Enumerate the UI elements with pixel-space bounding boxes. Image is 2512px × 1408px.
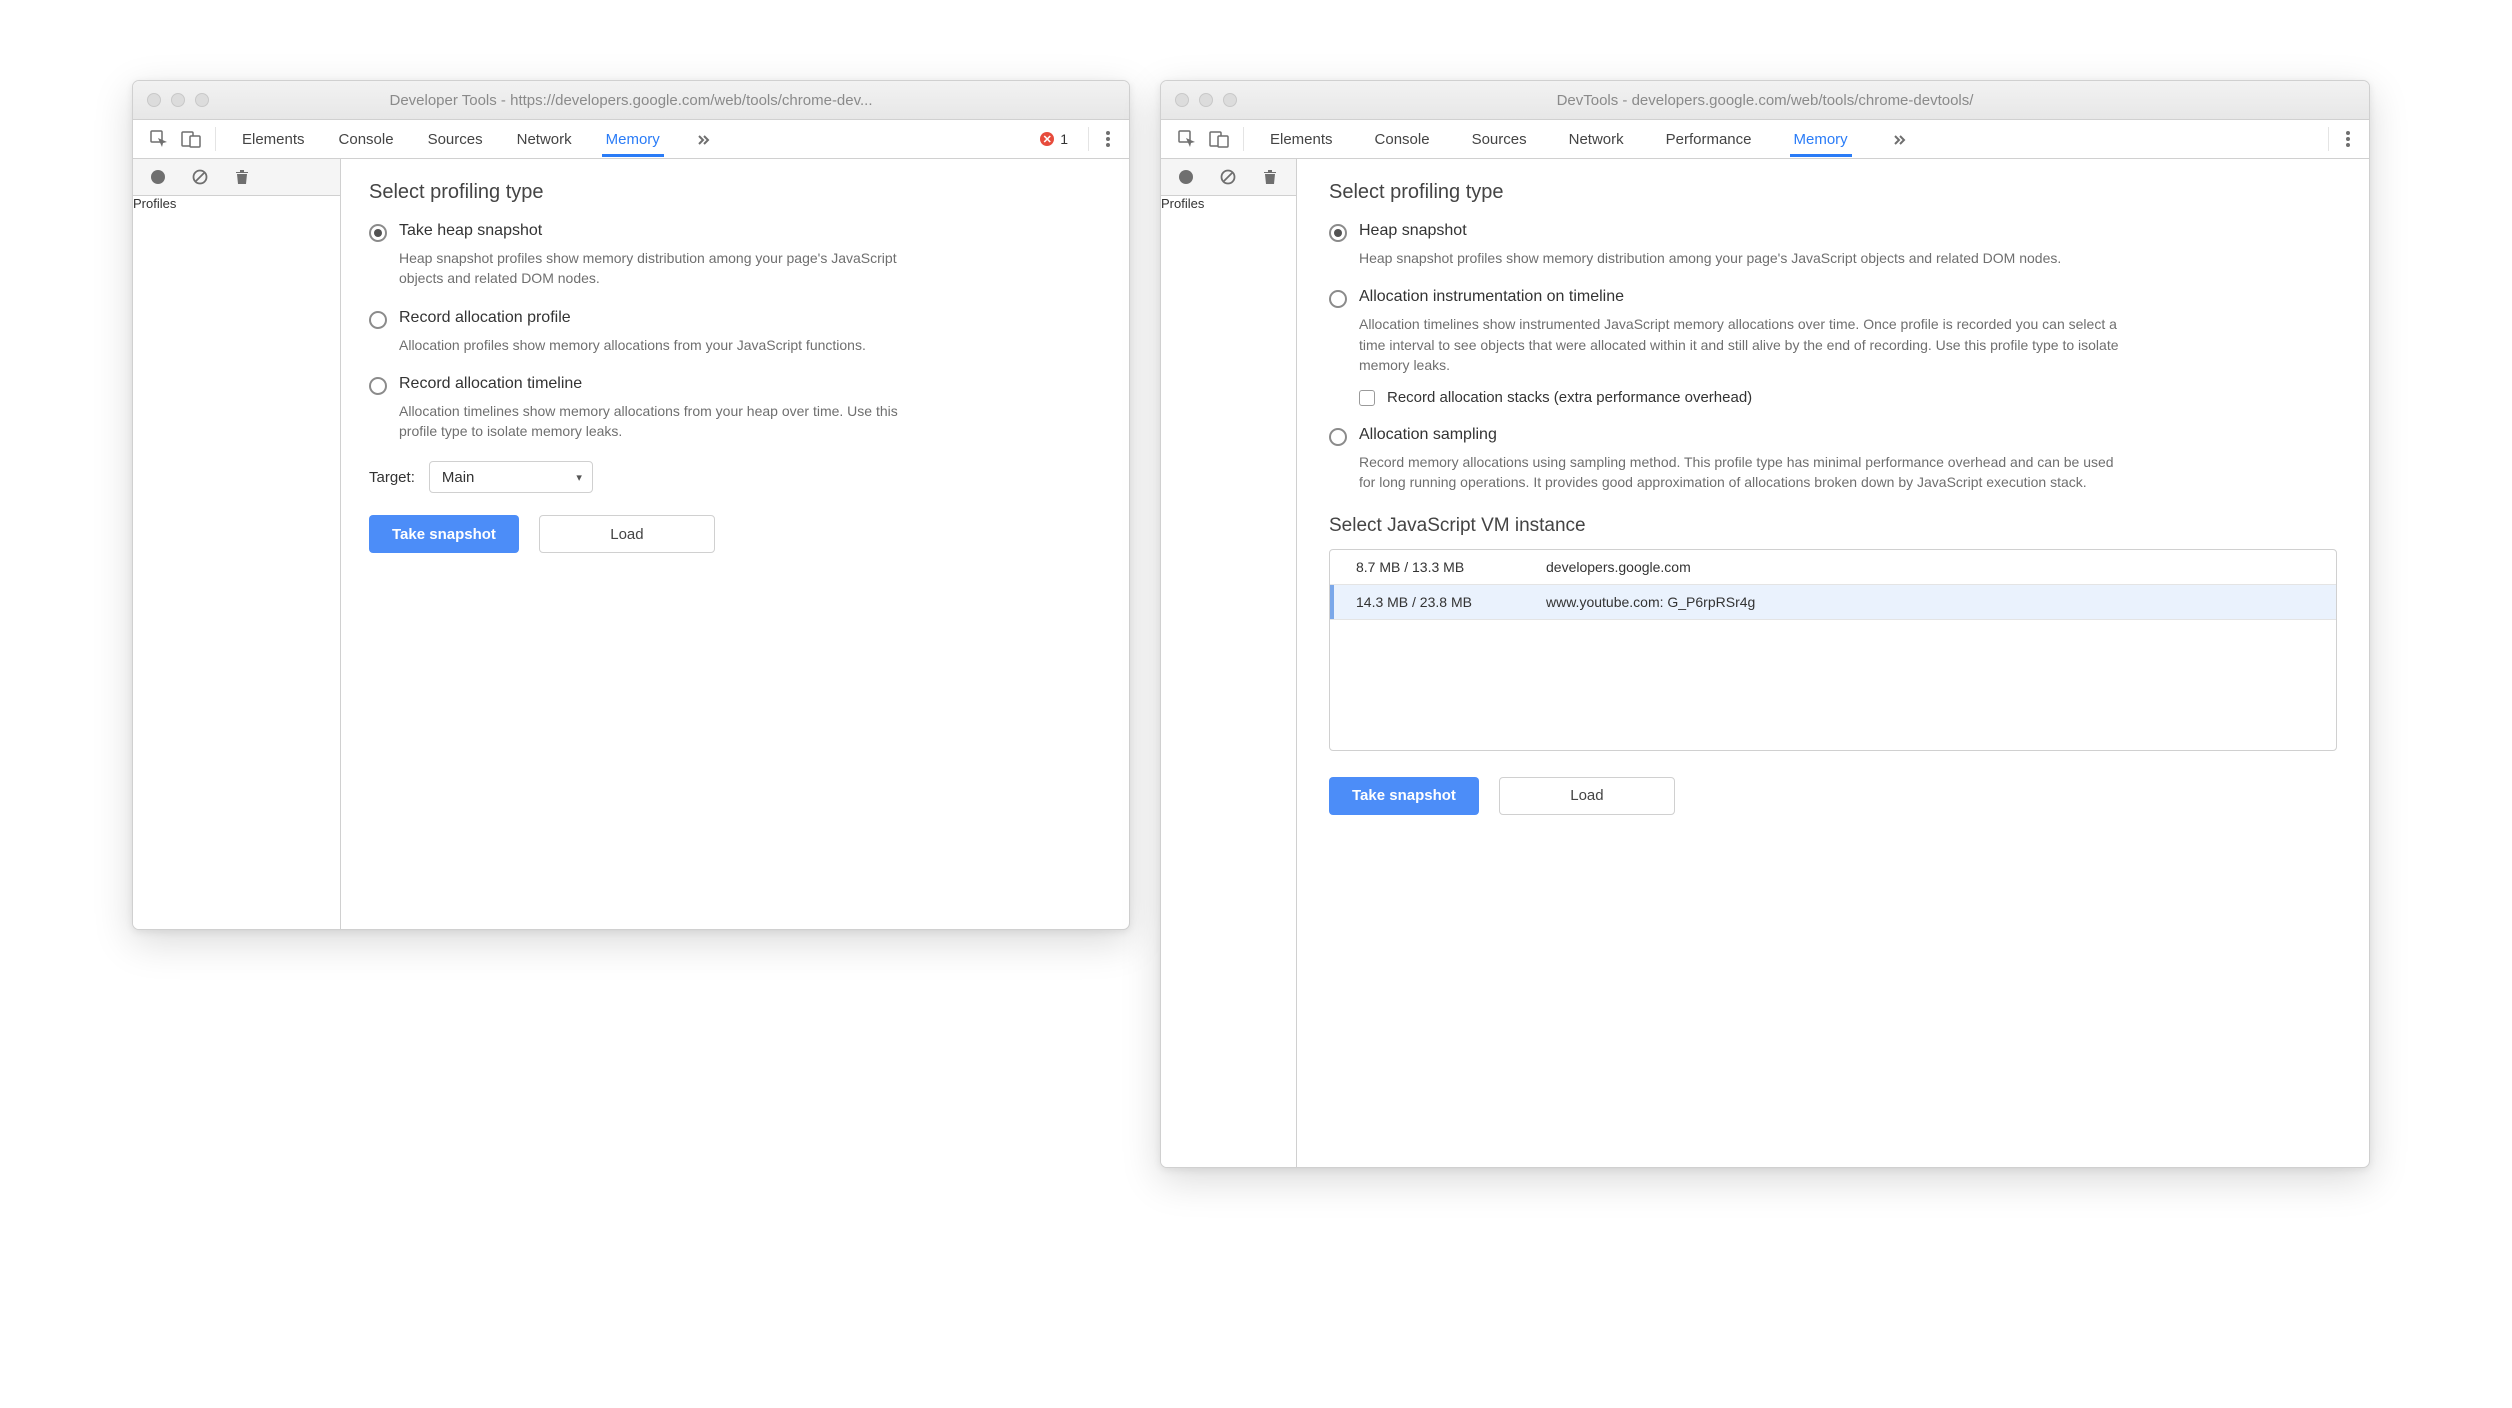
option-desc: Allocation timelines show memory allocat…: [399, 401, 939, 442]
clear-icon[interactable]: [189, 166, 211, 188]
sidebar-profiles-header[interactable]: Profiles: [1161, 196, 1296, 211]
panel-tabs: Elements Console Sources Network Perform…: [1268, 123, 1910, 156]
traffic-lights: [147, 93, 209, 107]
tab-memory[interactable]: Memory: [604, 123, 662, 156]
vm-memory: 8.7 MB / 13.3 MB: [1334, 559, 1546, 575]
option-desc: Record memory allocations using sampling…: [1359, 452, 2119, 493]
option-title: Allocation sampling: [1359, 426, 1497, 444]
tab-elements[interactable]: Elements: [1268, 123, 1335, 156]
settings-kebab-icon[interactable]: [2337, 123, 2359, 155]
take-snapshot-button[interactable]: Take snapshot: [369, 515, 519, 553]
trash-icon[interactable]: [1259, 166, 1281, 188]
heading-select-profiling-type: Select profiling type: [369, 181, 1101, 204]
trash-icon[interactable]: [231, 166, 253, 188]
target-select[interactable]: Main: [429, 461, 593, 493]
target-label: Target:: [369, 469, 415, 486]
tab-network[interactable]: Network: [1567, 123, 1626, 156]
minimize-dot[interactable]: [171, 93, 185, 107]
window-title: DevTools - developers.google.com/web/too…: [1161, 92, 2369, 109]
vm-row[interactable]: 14.3 MB / 23.8 MB www.youtube.com: G_P6r…: [1330, 585, 2336, 620]
tab-sources[interactable]: Sources: [426, 123, 485, 156]
option-title: Record allocation profile: [399, 309, 571, 327]
vm-name: developers.google.com: [1546, 559, 2336, 575]
inspect-element-icon[interactable]: [143, 123, 175, 155]
radio-record-allocation-profile[interactable]: [369, 311, 387, 329]
target-value: Main: [442, 469, 475, 486]
main-panel: Select profiling type Heap snapshot Heap…: [1297, 159, 2369, 1167]
heading-select-vm-instance: Select JavaScript VM instance: [1329, 515, 2337, 537]
error-icon: ✕: [1040, 132, 1054, 146]
vm-instance-table: 8.7 MB / 13.3 MB developers.google.com 1…: [1329, 549, 2337, 751]
take-snapshot-button[interactable]: Take snapshot: [1329, 777, 1479, 815]
vm-name: www.youtube.com: G_P6rpRSr4g: [1546, 594, 2336, 610]
error-count: 1: [1060, 131, 1068, 147]
close-dot[interactable]: [1175, 93, 1189, 107]
devtools-window-new: DevTools - developers.google.com/web/too…: [1160, 80, 2370, 1168]
tab-performance[interactable]: Performance: [1664, 123, 1754, 156]
titlebar[interactable]: DevTools - developers.google.com/web/too…: [1161, 81, 2369, 120]
option-title: Take heap snapshot: [399, 222, 542, 240]
more-tabs-icon[interactable]: [1888, 123, 1910, 155]
tab-elements[interactable]: Elements: [240, 123, 307, 156]
main-panel: Select profiling type Take heap snapshot…: [341, 159, 1129, 929]
clear-icon[interactable]: [1217, 166, 1239, 188]
tab-memory[interactable]: Memory: [1792, 123, 1850, 156]
traffic-lights: [1175, 93, 1237, 107]
radio-heap-snapshot[interactable]: [1329, 224, 1347, 242]
devtools-window-old: Developer Tools - https://developers.goo…: [132, 80, 1130, 930]
close-dot[interactable]: [147, 93, 161, 107]
error-count-badge[interactable]: ✕ 1: [1040, 131, 1068, 147]
tab-sources[interactable]: Sources: [1470, 123, 1529, 156]
device-mode-icon[interactable]: [1203, 123, 1235, 155]
divider: [1088, 127, 1089, 151]
option-desc: Heap snapshot profiles show memory distr…: [399, 248, 939, 289]
vm-memory: 14.3 MB / 23.8 MB: [1334, 594, 1546, 610]
radio-take-heap-snapshot[interactable]: [369, 224, 387, 242]
tab-console[interactable]: Console: [1373, 123, 1432, 156]
tab-network[interactable]: Network: [515, 123, 574, 156]
checkbox-record-allocation-stacks[interactable]: Record allocation stacks (extra performa…: [1359, 389, 2337, 406]
vm-row[interactable]: 8.7 MB / 13.3 MB developers.google.com: [1330, 550, 2336, 585]
inspect-element-icon[interactable]: [1171, 123, 1203, 155]
checkbox-icon[interactable]: [1359, 390, 1375, 406]
divider: [2328, 127, 2329, 151]
radio-allocation-sampling[interactable]: [1329, 428, 1347, 446]
vm-empty-space: [1330, 620, 2336, 750]
profiles-toolbar: [1161, 159, 1296, 196]
radio-allocation-instrumentation[interactable]: [1329, 290, 1347, 308]
zoom-dot[interactable]: [195, 93, 209, 107]
sidebar-profiles-header[interactable]: Profiles: [133, 196, 340, 211]
heading-select-profiling-type: Select profiling type: [1329, 181, 2337, 204]
option-title: Heap snapshot: [1359, 222, 1467, 240]
option-title: Allocation instrumentation on timeline: [1359, 288, 1624, 306]
record-icon[interactable]: [1175, 166, 1197, 188]
more-tabs-icon[interactable]: [692, 123, 714, 155]
window-title: Developer Tools - https://developers.goo…: [133, 92, 1129, 109]
zoom-dot[interactable]: [1223, 93, 1237, 107]
option-desc: Heap snapshot profiles show memory distr…: [1359, 248, 2119, 268]
tab-console[interactable]: Console: [337, 123, 396, 156]
panel-tabs: Elements Console Sources Network Memory: [240, 123, 714, 156]
record-icon[interactable]: [147, 166, 169, 188]
tabstrip: Elements Console Sources Network Perform…: [1161, 120, 2369, 159]
option-title: Record allocation timeline: [399, 375, 582, 393]
minimize-dot[interactable]: [1199, 93, 1213, 107]
settings-kebab-icon[interactable]: [1097, 123, 1119, 155]
divider: [215, 127, 216, 151]
load-button[interactable]: Load: [1499, 777, 1675, 815]
checkbox-label: Record allocation stacks (extra performa…: [1387, 389, 1752, 406]
option-desc: Allocation timelines show instrumented J…: [1359, 314, 2119, 375]
titlebar[interactable]: Developer Tools - https://developers.goo…: [133, 81, 1129, 120]
divider: [1243, 127, 1244, 151]
tabstrip: Elements Console Sources Network Memory …: [133, 120, 1129, 159]
profiles-toolbar: [133, 159, 340, 196]
option-desc: Allocation profiles show memory allocati…: [399, 335, 939, 355]
device-mode-icon[interactable]: [175, 123, 207, 155]
load-button[interactable]: Load: [539, 515, 715, 553]
radio-record-allocation-timeline[interactable]: [369, 377, 387, 395]
